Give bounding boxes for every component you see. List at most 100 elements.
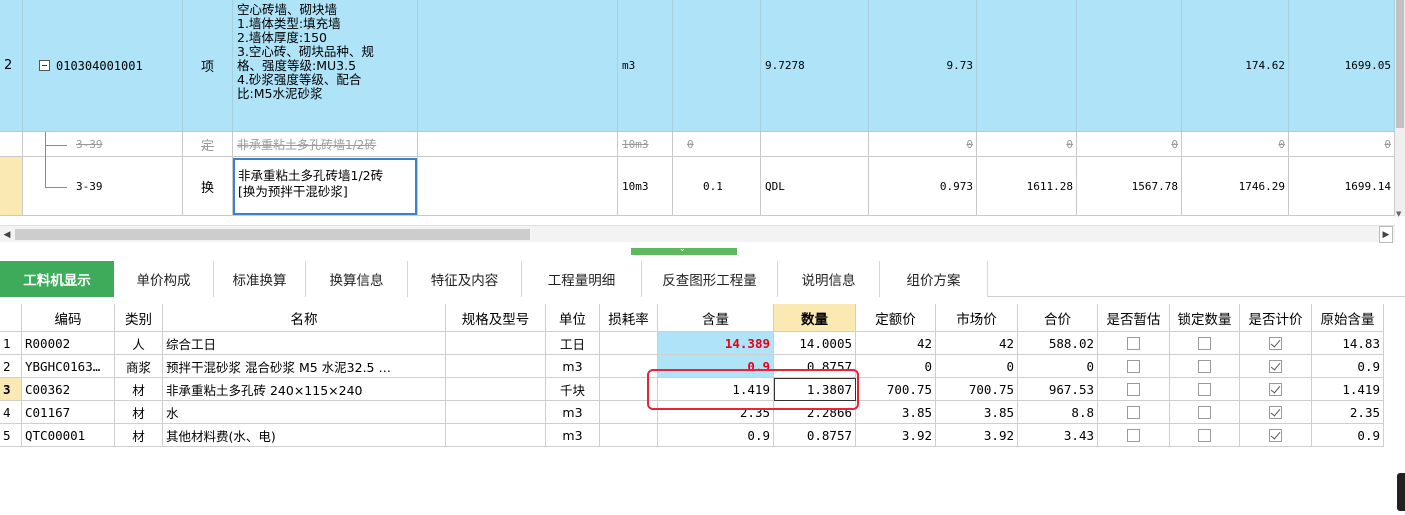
table-row[interactable]: 5 QTC00001 材其他材料费(水、电) m3 0.9 0.8757 3.92 3.92 3… [0, 424, 1390, 447]
content-value[interactable]: 2.35 [658, 401, 774, 424]
tab-pricing-scheme[interactable]: 组价方案 [880, 261, 988, 297]
is-priced-checkbox[interactable] [1240, 424, 1312, 447]
qty-cell: 0.973 [869, 157, 977, 216]
header-category[interactable]: 类别 [115, 304, 163, 332]
market-price: 42 [936, 332, 1018, 355]
header-content[interactable]: 含量 [658, 304, 774, 332]
unit-cell: m3 [618, 0, 673, 132]
collapse-icon[interactable] [39, 60, 50, 71]
tab-conversion-info[interactable]: 换算信息 [306, 261, 408, 297]
qty-cell: 0 [869, 132, 977, 157]
content-value[interactable]: 0.9 [658, 424, 774, 447]
checked-icon[interactable] [1269, 382, 1282, 396]
unchecked-icon[interactable] [1198, 336, 1211, 350]
scroll-down-icon[interactable]: ▼ [1396, 210, 1401, 218]
content-value[interactable]: 0.9 [658, 355, 774, 378]
table-row[interactable]: 3-39 换 10m3 0.1 QDL 0.973 1611.28 1567.7… [0, 157, 1395, 216]
checked-icon[interactable] [1269, 359, 1282, 373]
row-index: 5 [0, 424, 22, 447]
name-line: 1.墙体类型:填充墙 [237, 16, 341, 31]
table-row[interactable]: 4 C01167 材水 m3 2.35 2.2866 3.85 3.85 8.8 2.35 [0, 401, 1390, 424]
panel-splitter[interactable]: ⌄ [631, 244, 737, 255]
quantity-value[interactable]: 2.2866 [774, 401, 856, 424]
quantity-value[interactable]: 14.0005 [774, 332, 856, 355]
table-row[interactable]: 2 YBGHC0163… 商浆 预拌干混砂浆 混合砂浆 M5 水泥32.5 … m3 0.… [0, 355, 1390, 378]
unchecked-icon[interactable] [1127, 428, 1140, 442]
is-estimate-checkbox[interactable] [1098, 378, 1170, 401]
col10-cell: 0 [977, 132, 1077, 157]
scroll-thumb[interactable] [1396, 0, 1404, 128]
scroll-thumb[interactable] [15, 229, 530, 240]
header-is-estimate[interactable]: 是否暂估 [1098, 304, 1170, 332]
header-market-price[interactable]: 市场价 [936, 304, 1018, 332]
header-is-priced[interactable]: 是否计价 [1240, 304, 1312, 332]
is-estimate-checkbox[interactable] [1098, 401, 1170, 424]
quantity-value[interactable]: 1.3807 [774, 378, 856, 401]
header-unit[interactable]: 单位 [546, 304, 600, 332]
tab-standard-conversion[interactable]: 标准换算 [214, 261, 306, 297]
unchecked-icon[interactable] [1198, 382, 1211, 396]
scroll-left-icon[interactable]: ◀ [0, 226, 14, 243]
lock-qty-checkbox[interactable] [1170, 378, 1240, 401]
chevron-down-icon[interactable]: ⌄ [679, 244, 689, 254]
name-line: 比:M5水泥砂浆 [237, 86, 323, 101]
tab-quantity-detail[interactable]: 工程量明细 [522, 261, 642, 297]
is-priced-checkbox[interactable] [1240, 355, 1312, 378]
base-price: 700.75 [856, 378, 936, 401]
lock-qty-checkbox[interactable] [1170, 424, 1240, 447]
lock-qty-checkbox[interactable] [1170, 401, 1240, 424]
resource-unit: m3 [546, 424, 600, 447]
tab-features-content[interactable]: 特征及内容 [408, 261, 522, 297]
scroll-right-icon[interactable]: ▶ [1379, 226, 1393, 243]
qty-expr-cell: QDL [761, 157, 869, 216]
tab-description[interactable]: 说明信息 [778, 261, 880, 297]
total-price: 0 [1018, 355, 1098, 378]
tab-labor-material-machine[interactable]: 工料机显示 [0, 261, 114, 297]
is-priced-checkbox[interactable] [1240, 332, 1312, 355]
header-spec[interactable]: 规格及型号 [446, 304, 546, 332]
is-priced-checkbox[interactable] [1240, 378, 1312, 401]
quantity-value[interactable]: 0.8757 [774, 424, 856, 447]
item-name-cell[interactable]: 非承重粘土多孔砖墙1/2砖 [233, 132, 418, 157]
header-name[interactable]: 名称 [163, 304, 446, 332]
unit-price-cell: 174.62 [1182, 0, 1289, 132]
unchecked-icon[interactable] [1127, 382, 1140, 396]
unchecked-icon[interactable] [1127, 336, 1140, 350]
header-lock-qty[interactable]: 锁定数量 [1170, 304, 1240, 332]
lock-qty-checkbox[interactable] [1170, 332, 1240, 355]
horizontal-scrollbar[interactable]: ◀ ▶ [0, 225, 1395, 243]
is-priced-checkbox[interactable] [1240, 401, 1312, 424]
unchecked-icon[interactable] [1127, 359, 1140, 373]
side-panel-handle[interactable] [1397, 473, 1405, 511]
unchecked-icon[interactable] [1127, 405, 1140, 419]
header-code[interactable]: 编码 [22, 304, 115, 332]
vertical-scrollbar[interactable]: ▼ [1395, 0, 1405, 218]
table-row[interactable]: 1 R00002 人综合工日 工日 14.389 14.0005 42 42 588.02 14.… [0, 332, 1390, 355]
tab-unit-price-composition[interactable]: 单价构成 [114, 261, 214, 297]
checked-icon[interactable] [1269, 405, 1282, 419]
loss-rate [600, 424, 658, 447]
item-name-cell[interactable]: 空心砖墙、砌块墙 1.墙体类型:填充墙 2.墙体厚度:150 3.空心砖、砌块品… [233, 0, 418, 132]
table-row[interactable]: 2 010304001001 项 空心砖墙、砌块墙 1.墙体类型:填充墙 2.墙… [0, 0, 1395, 132]
table-row[interactable]: 3-39 定 非承重粘土多孔砖墙1/2砖 10m3 0 0 0 0 0 0 [0, 132, 1395, 157]
content-value[interactable]: 1.419 [658, 378, 774, 401]
name-edit-box[interactable]: 非承重粘土多孔砖墙1/2砖 [换为预拌干混砂浆] [233, 158, 417, 215]
header-total[interactable]: 合价 [1018, 304, 1098, 332]
checked-icon[interactable] [1269, 336, 1282, 350]
is-estimate-checkbox[interactable] [1098, 355, 1170, 378]
header-base-price[interactable]: 定额价 [856, 304, 936, 332]
header-loss-rate[interactable]: 损耗率 [600, 304, 658, 332]
unchecked-icon[interactable] [1198, 428, 1211, 442]
quantity-value[interactable]: 0.8757 [774, 355, 856, 378]
unchecked-icon[interactable] [1198, 359, 1211, 373]
header-quantity[interactable]: 数量 [774, 304, 856, 332]
header-original-content[interactable]: 原始含量 [1312, 304, 1384, 332]
lock-qty-checkbox[interactable] [1170, 355, 1240, 378]
checked-icon[interactable] [1269, 428, 1282, 442]
unchecked-icon[interactable] [1198, 405, 1211, 419]
is-estimate-checkbox[interactable] [1098, 424, 1170, 447]
content-value[interactable]: 14.389 [658, 332, 774, 355]
is-estimate-checkbox[interactable] [1098, 332, 1170, 355]
table-row[interactable]: 3 C00362 材非承重粘土多孔砖 240×115×240 千块 1.419 1.380… [0, 378, 1390, 401]
tab-reverse-graph-quantity[interactable]: 反查图形工程量 [642, 261, 778, 297]
